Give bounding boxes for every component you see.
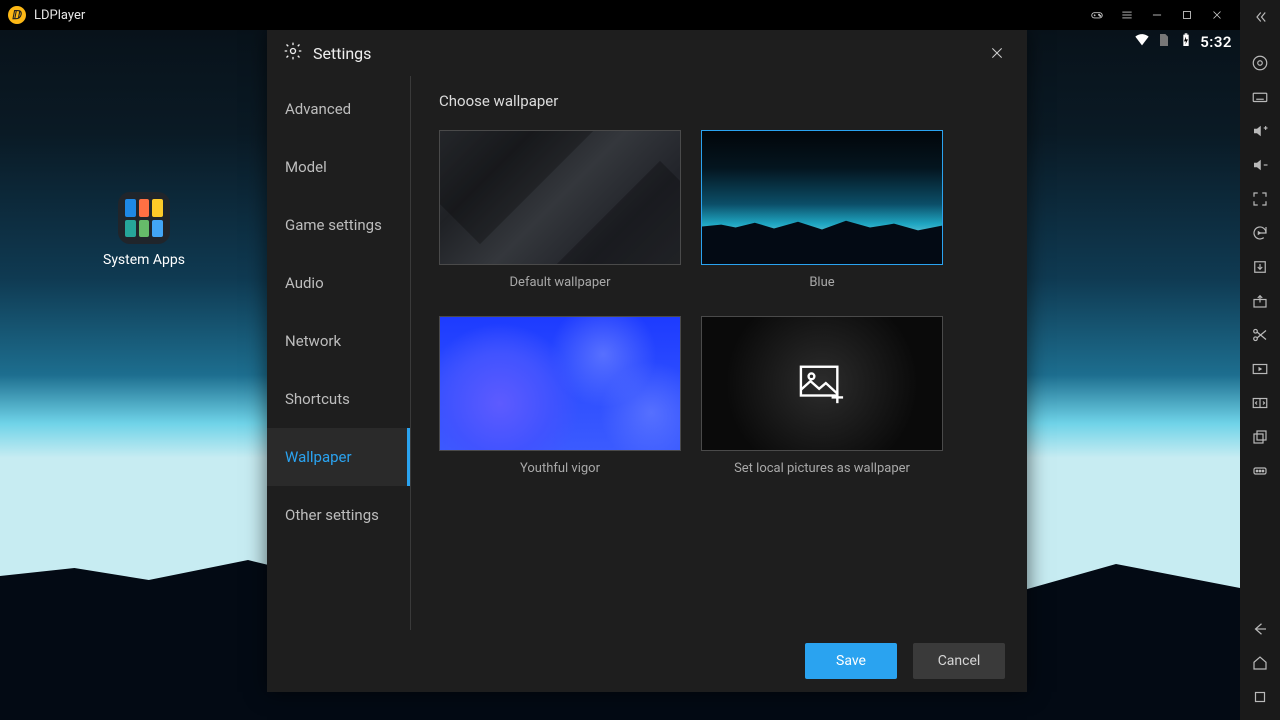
battery-icon [1178, 32, 1194, 52]
thumbnail-blue [701, 130, 943, 265]
window-title: LDPlayer [34, 8, 85, 23]
volume-down-icon[interactable] [1240, 148, 1280, 182]
cancel-button[interactable]: Cancel [913, 643, 1005, 679]
side-toolbar [1240, 0, 1280, 720]
sidebar-item-audio[interactable]: Audio [267, 254, 410, 312]
android-home-icon[interactable] [1240, 646, 1280, 680]
dialog-header: Settings [267, 30, 1027, 76]
add-image-icon [799, 364, 845, 404]
settings-sidebar: Advanced Model Game settings Audio Netwo… [267, 76, 411, 630]
collapse-toolbar-icon[interactable] [1240, 0, 1280, 34]
settings-icon[interactable] [1240, 46, 1280, 80]
titlebar: ⅅ LDPlayer [0, 0, 1240, 30]
android-statusbar: 5:32 [1126, 30, 1240, 54]
status-time: 5:32 [1200, 33, 1232, 51]
thumbnail-label: Set local pictures as wallpaper [701, 461, 943, 476]
share-icon[interactable] [1240, 284, 1280, 318]
wifi-icon [1134, 32, 1150, 52]
dialog-close-button[interactable] [983, 39, 1011, 67]
scissors-icon[interactable] [1240, 318, 1280, 352]
folder-label: System Apps [103, 252, 185, 268]
folder-icon [118, 192, 170, 244]
system-apps-folder[interactable]: System Apps [112, 192, 176, 268]
keyboard-icon[interactable] [1240, 80, 1280, 114]
sidebar-item-wallpaper[interactable]: Wallpaper [267, 428, 410, 486]
wallpaper-option-local[interactable]: Set local pictures as wallpaper [701, 316, 943, 476]
close-button[interactable] [1202, 0, 1232, 30]
sidebar-item-other[interactable]: Other settings [267, 486, 410, 544]
app-logo-icon: ⅅ [8, 6, 26, 24]
fullscreen-icon[interactable] [1240, 182, 1280, 216]
thumbnail-youth [439, 316, 681, 451]
install-apk-icon[interactable] [1240, 250, 1280, 284]
wallpaper-option-youth[interactable]: Youthful vigor [439, 316, 681, 476]
save-button[interactable]: Save [805, 643, 897, 679]
thumbnail-label: Default wallpaper [439, 275, 681, 290]
sidebar-item-game-settings[interactable]: Game settings [267, 196, 410, 254]
sidebar-item-shortcuts[interactable]: Shortcuts [267, 370, 410, 428]
settings-dialog: Settings Advanced Model Game settings Au… [267, 30, 1027, 692]
wallpaper-option-default[interactable]: Default wallpaper [439, 130, 681, 290]
sync-icon[interactable] [1240, 216, 1280, 250]
thumbnail-local [701, 316, 943, 451]
dialog-footer: Save Cancel [267, 630, 1027, 692]
sidebar-item-advanced[interactable]: Advanced [267, 80, 410, 138]
sidebar-item-model[interactable]: Model [267, 138, 410, 196]
android-back-icon[interactable] [1240, 612, 1280, 646]
video-frame-icon[interactable] [1240, 352, 1280, 386]
dialog-title: Settings [313, 44, 371, 63]
content-heading: Choose wallpaper [439, 92, 999, 110]
wallpaper-option-blue[interactable]: Blue [701, 130, 943, 290]
h-resize-icon[interactable] [1240, 386, 1280, 420]
settings-content: Choose wallpaper Default wallpaper Blue … [411, 76, 1027, 630]
gamepad-icon[interactable] [1082, 0, 1112, 30]
sidebar-item-network[interactable]: Network [267, 312, 410, 370]
thumbnail-label: Youthful vigor [439, 461, 681, 476]
thumbnail-default [439, 130, 681, 265]
volume-up-icon[interactable] [1240, 114, 1280, 148]
multi-instance-icon[interactable] [1240, 420, 1280, 454]
android-recent-icon[interactable] [1240, 680, 1280, 714]
maximize-button[interactable] [1172, 0, 1202, 30]
more-icon[interactable] [1240, 454, 1280, 488]
minimize-button[interactable] [1142, 0, 1172, 30]
gear-icon [283, 41, 303, 65]
sim-icon [1156, 32, 1172, 52]
menu-icon[interactable] [1112, 0, 1142, 30]
thumbnail-label: Blue [701, 275, 943, 290]
